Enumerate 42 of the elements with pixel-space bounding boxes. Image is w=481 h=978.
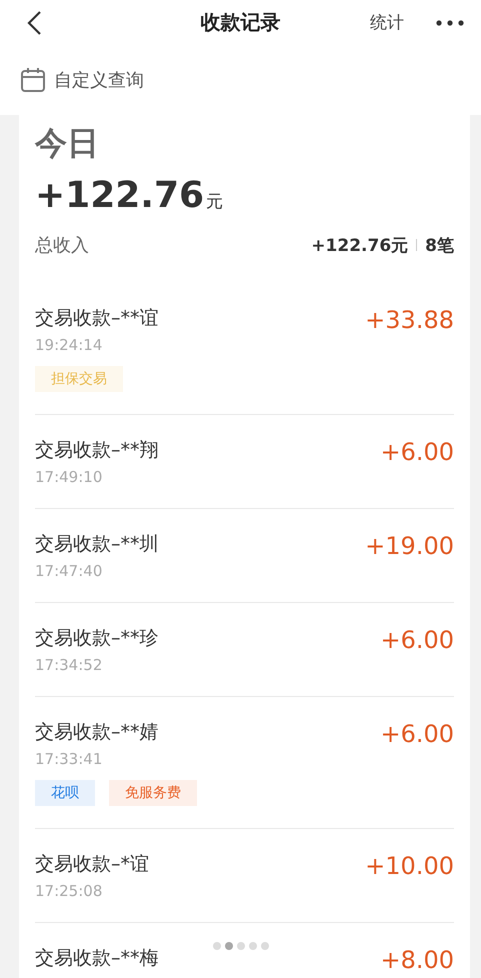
income-amount: +122.76元: [311, 234, 408, 256]
total-amount: +122.76: [35, 175, 204, 216]
calendar-icon[interactable]: [20, 67, 46, 93]
record-title: 交易收款–**谊: [35, 306, 158, 331]
transaction-count: 8笔: [425, 234, 454, 256]
statistics-link[interactable]: 统计: [370, 11, 404, 34]
record-row[interactable]: 交易收款–*谊 17:25:08 +10.00: [35, 829, 454, 923]
record-row[interactable]: 交易收款–**婧 17:33:41 花呗 免服务费 +6.00: [35, 697, 454, 829]
record-row[interactable]: 交易收款–**圳 17:47:40 +19.00: [35, 509, 454, 603]
record-amount: +33.88: [365, 305, 454, 336]
more-icon[interactable]: [436, 20, 464, 26]
record-time: 17:47:40: [35, 562, 104, 580]
currency-unit: 元: [206, 191, 224, 213]
page-title: 收款记录: [200, 9, 282, 36]
record-amount: +8.00: [380, 945, 454, 976]
record-title: 交易收款–*谊: [35, 852, 149, 877]
back-icon[interactable]: [26, 10, 42, 36]
record-title: 交易收款–**珍: [35, 626, 158, 651]
record-amount: +10.00: [365, 851, 454, 882]
custom-query-link[interactable]: 自定义查询: [54, 68, 144, 92]
record-amount: +19.00: [365, 531, 454, 562]
record-title: 交易收款–**婧: [35, 720, 160, 745]
record-amount: +6.00: [380, 719, 454, 750]
record-tag: 免服务费: [109, 780, 197, 806]
record-row[interactable]: 交易收款–**翔 17:49:10 +6.00: [35, 415, 454, 509]
period-label: 今日: [35, 123, 100, 164]
record-tag: 花呗: [35, 780, 95, 806]
record-title: 交易收款–**梅: [35, 946, 158, 971]
record-time: 19:24:14: [35, 336, 104, 354]
record-title: 交易收款–**圳: [35, 532, 158, 557]
record-row[interactable]: 交易收款–**梅 +8.00: [35, 923, 454, 978]
record-time: 17:49:10: [35, 468, 104, 486]
record-amount: +6.00: [380, 625, 454, 656]
record-row[interactable]: 交易收款–**珍 17:34:52 +6.00: [35, 603, 454, 697]
record-amount: +6.00: [380, 437, 454, 468]
record-tag: 担保交易: [35, 366, 123, 392]
record-time: 17:34:52: [35, 656, 104, 674]
record-time: 17:25:08: [35, 882, 104, 900]
total-income-label: 总收入: [35, 234, 89, 257]
record-row[interactable]: 交易收款–**谊 19:24:14 担保交易 +33.88: [35, 283, 454, 415]
record-time: 17:33:41: [35, 750, 104, 768]
record-title: 交易收款–**翔: [35, 438, 158, 463]
